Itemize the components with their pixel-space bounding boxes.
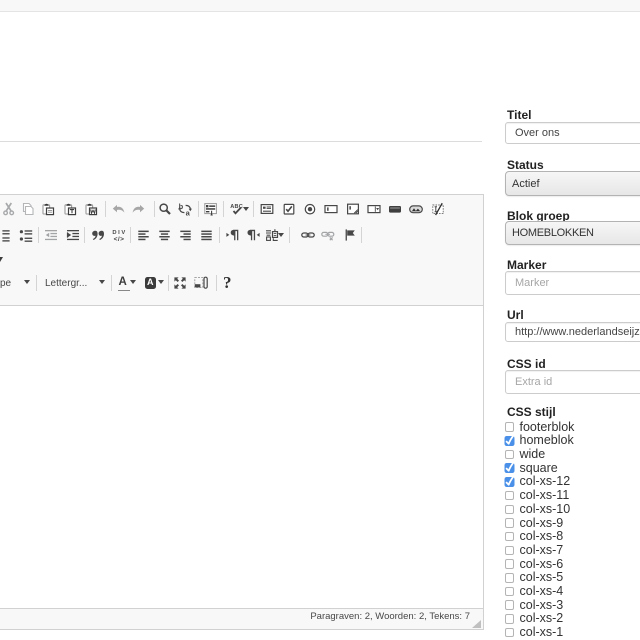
svg-text:</>: </> <box>113 236 124 242</box>
svg-text:ABC: ABC <box>230 204 243 210</box>
